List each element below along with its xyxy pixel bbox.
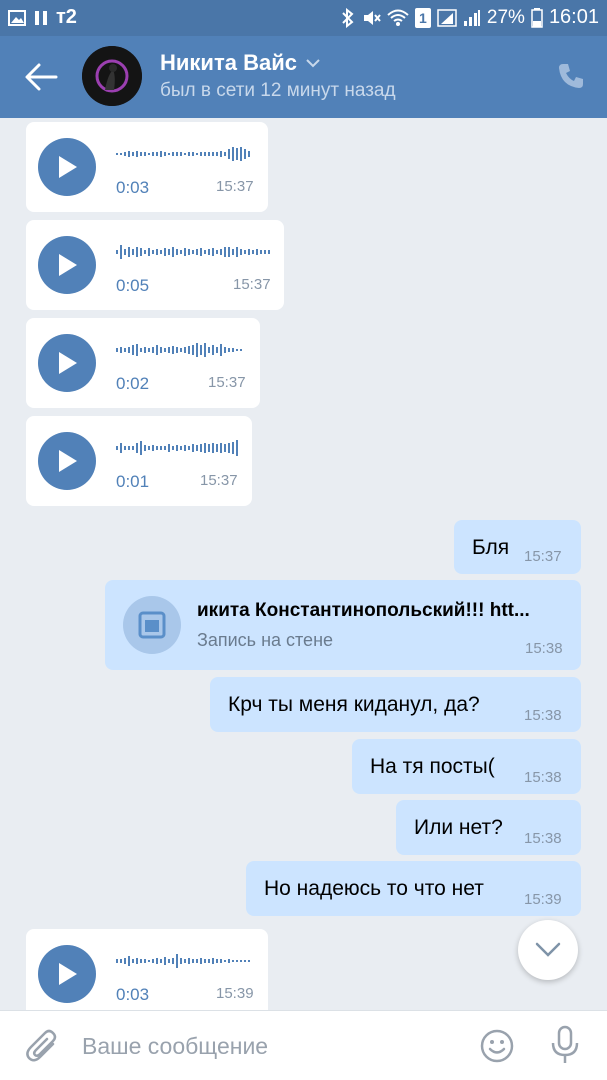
voice-duration: 0:05 — [116, 276, 150, 295]
sim-badge: 1 — [414, 7, 431, 28]
voice-duration: 0:02 — [116, 374, 150, 393]
emoji-icon[interactable] — [480, 1029, 514, 1063]
message-time: 15:38 — [525, 640, 563, 657]
battery-icon — [531, 7, 543, 28]
bluetooth-icon — [342, 7, 354, 28]
microphone-icon[interactable] — [550, 1025, 580, 1065]
signal-icon — [437, 8, 457, 27]
play-icon — [59, 254, 77, 276]
avatar[interactable] — [82, 46, 142, 106]
play-button[interactable] — [38, 945, 96, 1003]
play-icon — [59, 352, 77, 374]
waveform[interactable] — [116, 953, 256, 969]
message-input[interactable] — [82, 1027, 462, 1065]
message-time: 15:37 — [524, 548, 562, 565]
waveform[interactable] — [116, 342, 248, 358]
message-time: 15:37 — [216, 178, 254, 195]
voice-message[interactable]: 0:03 15:39 — [26, 929, 268, 1010]
waveform[interactable] — [116, 440, 240, 456]
waveform[interactable] — [116, 146, 256, 162]
wall-post-icon — [123, 596, 181, 654]
play-button[interactable] — [38, 432, 96, 490]
voice-message[interactable]: 0:01 15:37 — [26, 416, 252, 506]
outgoing-message[interactable]: Или нет? 15:38 — [396, 800, 581, 855]
play-button[interactable] — [38, 334, 96, 392]
message-time: 15:37 — [208, 374, 246, 391]
message-text: Но надеюсь то что нет — [264, 877, 484, 900]
contact-name-row[interactable]: Никита Вайс — [160, 50, 321, 76]
message-time: 15:38 — [524, 707, 562, 724]
outgoing-message[interactable]: На тя посты( 15:38 — [352, 739, 581, 794]
waveform[interactable] — [116, 244, 272, 260]
pause-icon — [35, 10, 47, 25]
play-icon — [59, 450, 77, 472]
paperclip-icon[interactable] — [26, 1029, 58, 1065]
scroll-to-bottom-button[interactable] — [518, 920, 578, 980]
message-time: 15:38 — [524, 769, 562, 786]
gallery-icon — [8, 9, 26, 26]
signal-bars-icon — [463, 9, 480, 26]
outgoing-message[interactable]: Крч ты меня киданул, да? 15:38 — [210, 677, 581, 732]
outgoing-message[interactable]: Но надеюсь то что нет 15:39 — [246, 861, 581, 916]
message-time: 15:37 — [233, 276, 271, 293]
wall-post-message[interactable]: икита Константинопольский!!! htt... Запи… — [105, 580, 581, 670]
message-text: На тя посты( — [370, 755, 495, 778]
carrier-name: т2 — [56, 6, 77, 28]
voice-message[interactable]: 0:05 15:37 — [26, 220, 284, 310]
play-button[interactable] — [38, 138, 96, 196]
status-bar: т2 1 27% 16:01 — [0, 0, 607, 36]
contact-name[interactable]: Никита Вайс — [160, 50, 297, 76]
voice-duration: 0:01 — [116, 472, 150, 491]
voice-message[interactable]: 0:03 15:37 — [26, 122, 268, 212]
message-time: 15:38 — [524, 830, 562, 847]
chat-header: Никита Вайс был в сети 12 минут назад — [0, 36, 607, 118]
mute-icon — [363, 10, 381, 25]
message-text: Крч ты меня киданул, да? — [228, 693, 480, 716]
voice-message[interactable]: 0:02 15:37 — [26, 318, 260, 408]
message-time: 15:39 — [524, 891, 562, 908]
voice-duration: 0:03 — [116, 985, 150, 1004]
last-seen-status: был в сети 12 минут назад — [160, 80, 396, 101]
play-icon — [59, 963, 77, 985]
message-time: 15:39 — [216, 985, 254, 1002]
play-icon — [59, 156, 77, 178]
phone-icon[interactable] — [557, 62, 585, 90]
chevron-down-icon[interactable] — [305, 58, 321, 68]
play-button[interactable] — [38, 236, 96, 294]
back-arrow-icon[interactable] — [24, 62, 58, 92]
clock: 16:01 — [548, 6, 599, 28]
wall-post-subtitle: Запись на стене — [197, 630, 334, 650]
message-text: Бля — [472, 536, 510, 559]
outgoing-message[interactable]: Бля 15:37 — [454, 520, 581, 574]
wall-post-title[interactable]: икита Константинопольский!!! htt... — [197, 600, 530, 622]
wifi-icon — [387, 9, 409, 26]
chevron-down-icon — [535, 942, 561, 957]
message-text: Или нет? — [414, 816, 503, 839]
battery-percent: 27% — [486, 6, 525, 28]
message-compose-bar — [0, 1010, 607, 1080]
voice-duration: 0:03 — [116, 178, 150, 197]
message-time: 15:37 — [200, 472, 238, 489]
